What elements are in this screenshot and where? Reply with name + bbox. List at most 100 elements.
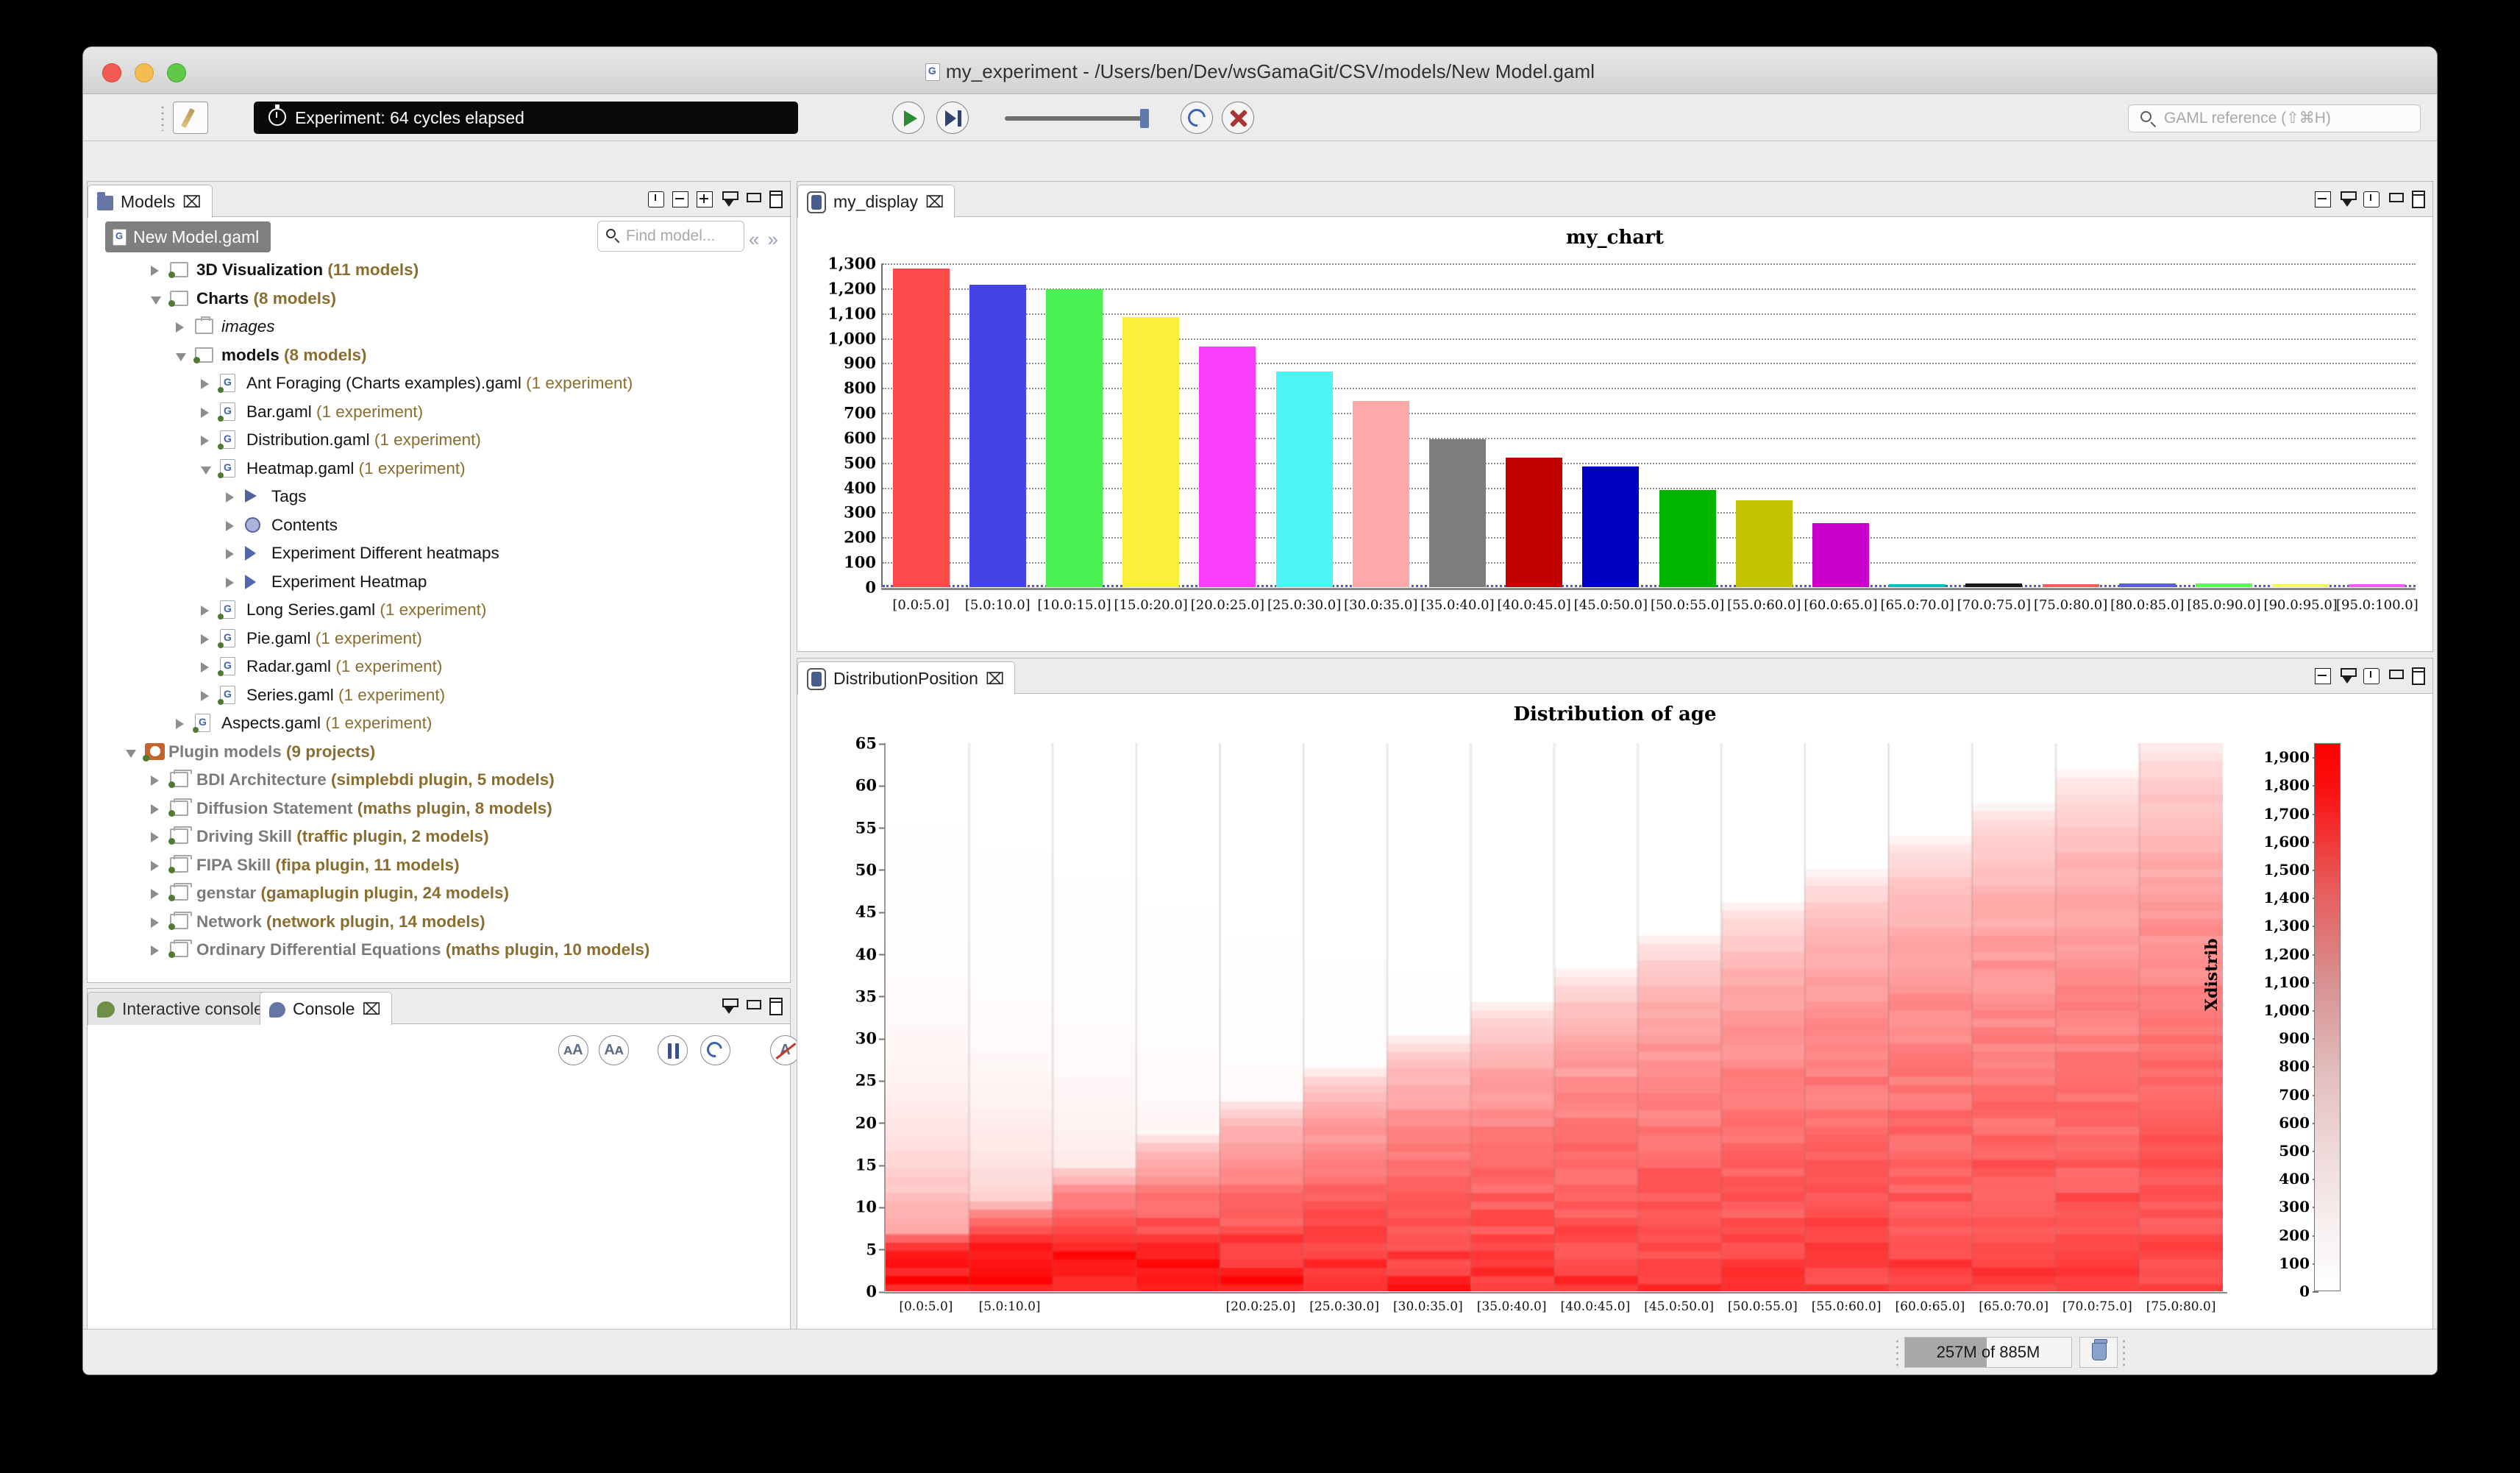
close-icon[interactable]: ⌧: [182, 186, 201, 219]
speed-slider-track[interactable]: [1005, 116, 1145, 121]
chevron-right-icon[interactable]: [226, 577, 234, 588]
tree-row[interactable]: models (8 models): [88, 341, 790, 370]
tree-row[interactable]: BDI Architecture (simplebdi plugin, 5 mo…: [88, 766, 790, 795]
tab-console[interactable]: Console ⌧: [260, 992, 392, 1025]
chevron-right-icon[interactable]: [201, 379, 209, 389]
tree-row[interactable]: Distribution.gaml (1 experiment): [88, 426, 790, 455]
maximize-panel-icon[interactable]: [2412, 191, 2425, 208]
chevron-right-icon[interactable]: [226, 520, 234, 531]
tree-row[interactable]: Aspects.gaml (1 experiment): [88, 709, 790, 738]
tab-distribution-position[interactable]: DistributionPosition ⌧: [797, 661, 1016, 695]
close-icon[interactable]: ⌧: [362, 993, 380, 1026]
speed-slider-knob[interactable]: [1140, 109, 1149, 128]
tree-row[interactable]: Long Series.gaml (1 experiment): [88, 596, 790, 625]
selected-model-chip[interactable]: New Model.gaml: [105, 221, 271, 252]
sync-icon[interactable]: [2363, 668, 2380, 684]
tree-row[interactable]: Heatmap.gaml (1 experiment): [88, 455, 790, 483]
chevron-right-icon[interactable]: [151, 775, 159, 786]
chevron-right-icon[interactable]: [151, 266, 159, 276]
clear-console-button[interactable]: A: [770, 1035, 800, 1065]
run-button[interactable]: [892, 102, 925, 134]
collapse-all-icon[interactable]: [672, 191, 688, 207]
memory-indicator[interactable]: 257M of 885M: [1904, 1337, 2072, 1368]
tree-row[interactable]: Charts (8 models): [88, 285, 790, 313]
chevron-right-icon[interactable]: [201, 407, 209, 418]
tree-row[interactable]: Ordinary Differential Equations (maths p…: [88, 936, 790, 965]
chevron-right-icon[interactable]: [151, 832, 159, 842]
close-icon[interactable]: ⌧: [925, 186, 944, 219]
tree-row[interactable]: Driving Skill (traffic plugin, 2 models): [88, 823, 790, 851]
pause-console-button[interactable]: [658, 1035, 688, 1065]
tree-row[interactable]: images: [88, 313, 790, 341]
maximize-panel-icon[interactable]: [2412, 667, 2425, 685]
maximize-panel-icon[interactable]: [769, 998, 783, 1015]
sort-icon[interactable]: [721, 998, 738, 1015]
chevron-right-icon[interactable]: [151, 803, 159, 814]
minimize-panel-icon[interactable]: [2388, 668, 2404, 684]
minimize-panel-icon[interactable]: [745, 998, 761, 1015]
refresh-console-button[interactable]: [700, 1035, 730, 1065]
chevron-right-icon[interactable]: [201, 436, 209, 446]
tree-row[interactable]: Experiment Different heatmaps: [88, 539, 790, 568]
tree-row[interactable]: Plugin models (9 projects): [88, 738, 790, 767]
history-icon[interactable]: [648, 191, 664, 207]
minimize-panel-icon[interactable]: [745, 191, 761, 207]
collapse-toolbar-icon[interactable]: [2315, 191, 2331, 207]
gaml-reference-search[interactable]: GAML reference (⇧⌘H): [2128, 104, 2421, 132]
chevron-right-icon[interactable]: [151, 945, 159, 956]
step-button[interactable]: [936, 102, 969, 134]
tree-row[interactable]: genstar (gamaplugin plugin, 24 models): [88, 879, 790, 908]
sort-icon[interactable]: [721, 191, 738, 207]
sync-icon[interactable]: [2363, 191, 2380, 207]
minimize-panel-icon[interactable]: [2388, 191, 2404, 207]
statusbar-grip[interactable]: [1896, 1338, 1899, 1366]
chevron-right-icon[interactable]: [176, 719, 184, 729]
heatmap-legend-title: Xdistrib: [2202, 938, 2221, 1011]
chevron-right-icon[interactable]: [151, 889, 159, 899]
clear-memory-button[interactable]: [2079, 1337, 2118, 1368]
tree-row[interactable]: Experiment Heatmap: [88, 568, 790, 597]
tab-models[interactable]: Models ⌧: [88, 185, 213, 218]
chevron-right-icon[interactable]: [176, 322, 184, 333]
tab-interactive-console[interactable]: Interactive console: [88, 992, 274, 1025]
chevron-down-icon[interactable]: [151, 296, 161, 305]
tree-row[interactable]: Tags: [88, 483, 790, 511]
toolbar-grip[interactable]: [160, 104, 165, 131]
statusbar-grip-right[interactable]: [2122, 1338, 2126, 1366]
chevron-right-icon[interactable]: [151, 860, 159, 871]
tree-row[interactable]: 3D Visualization (11 models): [88, 256, 790, 285]
chevron-down-icon[interactable]: [176, 352, 186, 361]
increase-font-button[interactable]: ᴀA: [558, 1035, 588, 1065]
edit-model-button[interactable]: [173, 102, 208, 134]
chevron-right-icon[interactable]: [226, 492, 234, 503]
tree-row[interactable]: Series.gaml (1 experiment): [88, 681, 790, 710]
stop-button[interactable]: [1222, 102, 1254, 134]
tree-row[interactable]: Network (network plugin, 14 models): [88, 908, 790, 937]
maximize-panel-icon[interactable]: [769, 191, 783, 208]
chevron-down-icon[interactable]: [126, 749, 136, 758]
chevron-right-icon[interactable]: [226, 549, 234, 559]
chevron-right-icon[interactable]: [201, 606, 209, 616]
reload-button[interactable]: [1181, 102, 1213, 134]
tree-row[interactable]: Bar.gaml (1 experiment): [88, 398, 790, 427]
navigate-chevrons[interactable]: « »: [749, 228, 780, 251]
chevron-right-icon[interactable]: [151, 917, 159, 928]
tree-row[interactable]: Diffusion Statement (maths plugin, 8 mod…: [88, 795, 790, 823]
chevron-right-icon[interactable]: [201, 633, 209, 645]
sort-icon[interactable]: [2339, 668, 2357, 684]
expand-all-icon[interactable]: [697, 191, 713, 207]
tree-row[interactable]: Contents: [88, 511, 790, 540]
tree-row[interactable]: Ant Foraging (Charts examples).gaml (1 e…: [88, 369, 790, 398]
collapse-toolbar-icon[interactable]: [2315, 668, 2331, 684]
sort-icon[interactable]: [2339, 191, 2357, 207]
chevron-down-icon[interactable]: [201, 466, 211, 475]
close-icon[interactable]: ⌧: [986, 663, 1004, 695]
tab-my-display[interactable]: my_display ⌧: [797, 185, 955, 218]
find-model-input[interactable]: Find model...: [597, 221, 744, 252]
tree-row[interactable]: Pie.gaml (1 experiment): [88, 625, 790, 653]
tree-row[interactable]: Radar.gaml (1 experiment): [88, 653, 790, 681]
tree-row[interactable]: FIPA Skill (fipa plugin, 11 models): [88, 851, 790, 880]
decrease-font-button[interactable]: Aᴀ: [599, 1035, 629, 1065]
chevron-right-icon[interactable]: [201, 690, 209, 701]
chevron-right-icon[interactable]: [201, 662, 209, 672]
